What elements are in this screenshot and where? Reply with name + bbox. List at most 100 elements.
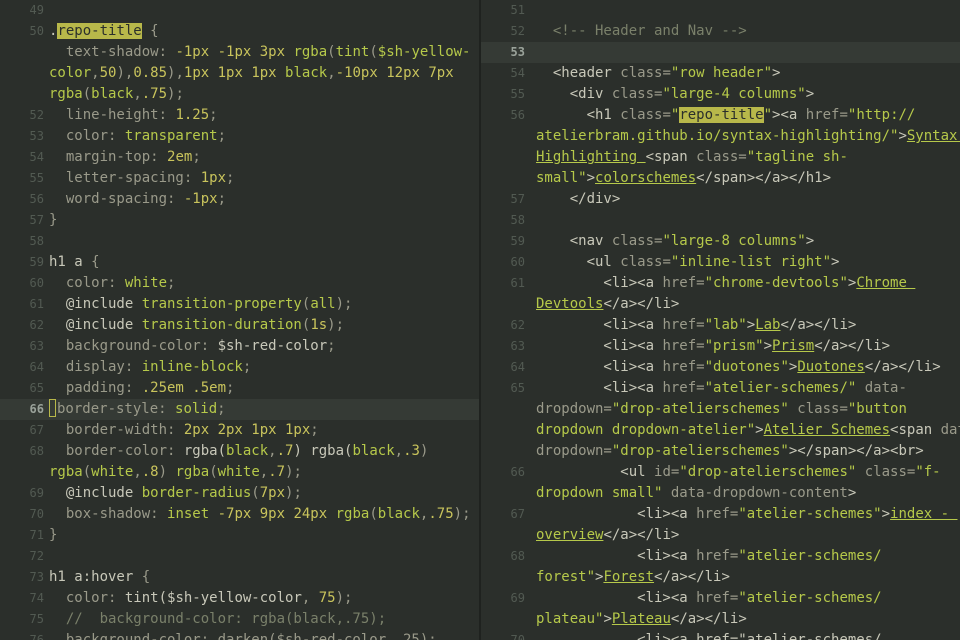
- code-text[interactable]: Highlighting <span class="tagline sh-: [536, 147, 848, 168]
- code-line[interactable]: rgba(black,.75);: [0, 84, 479, 105]
- code-line[interactable]: 56 word-spacing: -1px;: [0, 189, 479, 210]
- code-line[interactable]: 76 background-color: darken($sh-red-colo…: [0, 630, 479, 640]
- code-line[interactable]: 54 <header class="row header">: [481, 63, 960, 84]
- code-token[interactable]: Prism: [772, 338, 814, 354]
- code-line[interactable]: 58: [481, 210, 960, 231]
- code-text[interactable]: word-spacing: -1px;: [49, 189, 226, 210]
- code-text[interactable]: <li><a href="chrome-devtools">Chrome: [536, 273, 915, 294]
- code-text[interactable]: color,50),0.85),1px 1px 1px black,-10px …: [49, 63, 454, 84]
- code-text[interactable]: rgba(white,.8) rgba(white,.7);: [49, 462, 302, 483]
- code-text[interactable]: }: [49, 210, 57, 231]
- code-line[interactable]: 60 <ul class="inline-list right">: [481, 252, 960, 273]
- code-text[interactable]: @include border-radius(7px);: [49, 483, 302, 504]
- code-line[interactable]: 50 .repo-title {: [0, 21, 479, 42]
- code-line[interactable]: color,50),0.85),1px 1px 1px black,-10px …: [0, 63, 479, 84]
- code-text[interactable]: text-shadow: -1px -1px 3px rgba(tint($sh…: [49, 42, 471, 63]
- code-text[interactable]: <h1 class="repo-title"><a href="http://: [536, 105, 915, 126]
- code-text[interactable]: </div>: [536, 189, 621, 210]
- code-text[interactable]: dropdown="drop-atelierschemes" class="bu…: [536, 399, 907, 420]
- code-line[interactable]: 59 h1 a {: [0, 252, 479, 273]
- code-text[interactable]: rgba(black,.75);: [49, 84, 184, 105]
- code-text[interactable]: dropdown small" data-dropdown-content>: [536, 483, 856, 504]
- code-token[interactable]: Forest: [603, 569, 654, 585]
- code-token[interactable]: Syntax: [907, 128, 960, 144]
- code-line[interactable]: 59 <nav class="large-8 columns">: [481, 231, 960, 252]
- code-line[interactable]: 52 <!-- Header and Nav -->: [481, 21, 960, 42]
- code-line[interactable]: 72: [0, 546, 479, 567]
- code-text[interactable]: small">colorschemes</span></a></h1>: [536, 168, 831, 189]
- code-text[interactable]: }: [49, 525, 57, 546]
- code-line[interactable]: overview</a></li>: [481, 525, 960, 546]
- code-text[interactable]: <li><a href="prism">Prism</a></li>: [536, 336, 890, 357]
- code-line[interactable]: 70 box-shadow: inset -7px 9px 24px rgba(…: [0, 504, 479, 525]
- code-line[interactable]: 53: [481, 42, 960, 63]
- code-line[interactable]: 61 <li><a href="chrome-devtools">Chrome: [481, 273, 960, 294]
- code-text[interactable]: @include transition-property(all);: [49, 294, 353, 315]
- code-text[interactable]: border-color: rgba(black,.7) rgba(black,…: [49, 441, 429, 462]
- code-text[interactable]: color: transparent;: [49, 126, 226, 147]
- code-line[interactable]: forest">Forest</a></li>: [481, 567, 960, 588]
- code-line[interactable]: 67 border-width: 2px 2px 1px 1px;: [0, 420, 479, 441]
- code-text[interactable]: <li><a href="atelier-schemes/: [536, 630, 881, 640]
- code-line[interactable]: 73 h1 a:hover {: [0, 567, 479, 588]
- code-line[interactable]: dropdown="drop-atelierschemes" class="bu…: [481, 399, 960, 420]
- code-text[interactable]: plateau">Plateau</a></li>: [536, 609, 747, 630]
- code-token[interactable]: Devtools: [536, 296, 603, 312]
- code-text[interactable]: .repo-title {: [49, 21, 159, 42]
- code-line[interactable]: 66 border-style: solid;: [0, 399, 479, 420]
- code-text[interactable]: <header class="row header">: [536, 63, 781, 84]
- code-line[interactable]: atelierbram.github.io/syntax-highlightin…: [481, 126, 960, 147]
- code-text[interactable]: color: white;: [49, 273, 176, 294]
- code-line[interactable]: 68 border-color: rgba(black,.7) rgba(bla…: [0, 441, 479, 462]
- code-text[interactable]: border-width: 2px 2px 1px 1px;: [49, 420, 319, 441]
- code-text[interactable]: background-color: darken($sh-red-color, …: [49, 630, 437, 640]
- code-text[interactable]: background-color: $sh-red-color;: [49, 336, 336, 357]
- code-line[interactable]: 62 <li><a href="lab">Lab</a></li>: [481, 315, 960, 336]
- code-line[interactable]: 60 color: white;: [0, 273, 479, 294]
- code-text[interactable]: margin-top: 2em;: [49, 147, 201, 168]
- code-text[interactable]: <li><a href="atelier-schemes/: [536, 588, 881, 609]
- code-line[interactable]: 67 <li><a href="atelier-schemes">index -: [481, 504, 960, 525]
- editor-pane-scss[interactable]: 49 50 .repo-title { text-shadow: -1px -1px…: [0, 0, 479, 640]
- code-text[interactable]: color: tint($sh-yellow-color, 75);: [49, 588, 353, 609]
- code-text[interactable]: <div class="large-4 columns">: [536, 84, 814, 105]
- code-token[interactable]: Lab: [755, 317, 780, 333]
- code-line[interactable]: 63 background-color: $sh-red-color;: [0, 336, 479, 357]
- code-line[interactable]: 71}: [0, 525, 479, 546]
- code-text[interactable]: <li><a href="atelier-schemes/" data-: [536, 378, 906, 399]
- code-line[interactable]: 61 @include transition-property(all);: [0, 294, 479, 315]
- code-line[interactable]: small">colorschemes</span></a></h1>: [481, 168, 960, 189]
- code-text[interactable]: Devtools</a></li>: [536, 294, 679, 315]
- code-line[interactable]: text-shadow: -1px -1px 3px rgba(tint($sh…: [0, 42, 479, 63]
- code-line[interactable]: 65 <li><a href="atelier-schemes/" data-: [481, 378, 960, 399]
- code-text[interactable]: // background-color: rgba(black,.75);: [49, 609, 386, 630]
- code-line[interactable]: rgba(white,.8) rgba(white,.7);: [0, 462, 479, 483]
- code-token[interactable]: Duotones: [797, 359, 864, 375]
- code-text[interactable]: <ul class="inline-list right">: [536, 252, 840, 273]
- code-line[interactable]: 57 </div>: [481, 189, 960, 210]
- code-line[interactable]: 54 margin-top: 2em;: [0, 147, 479, 168]
- code-line[interactable]: 63 <li><a href="prism">Prism</a></li>: [481, 336, 960, 357]
- code-text[interactable]: <ul id="drop-atelierschemes" class="f-: [536, 462, 940, 483]
- code-text[interactable]: <li><a href="atelier-schemes">index -: [536, 504, 957, 525]
- code-line[interactable]: dropdown="drop-atelierschemes"></span></…: [481, 441, 960, 462]
- code-line[interactable]: 74 color: tint($sh-yellow-color, 75);: [0, 588, 479, 609]
- code-line[interactable]: 52 line-height: 1.25;: [0, 105, 479, 126]
- code-text[interactable]: padding: .25em .5em;: [49, 378, 235, 399]
- code-text[interactable]: <!-- Header and Nav -->: [536, 21, 747, 42]
- code-line[interactable]: 53 color: transparent;: [0, 126, 479, 147]
- code-line[interactable]: 68 <li><a href="atelier-schemes/: [481, 546, 960, 567]
- code-text[interactable]: letter-spacing: 1px;: [49, 168, 235, 189]
- code-line[interactable]: 56 <h1 class="repo-title"><a href="http:…: [481, 105, 960, 126]
- code-line[interactable]: 69 @include border-radius(7px);: [0, 483, 479, 504]
- code-line[interactable]: 62 @include transition-duration(1s);: [0, 315, 479, 336]
- editor-pane-html[interactable]: 51 52 <!-- Header and Nav --> 53 54 <header…: [481, 0, 960, 640]
- code-line[interactable]: Devtools</a></li>: [481, 294, 960, 315]
- code-text[interactable]: display: inline-block;: [49, 357, 251, 378]
- code-text[interactable]: forest">Forest</a></li>: [536, 567, 730, 588]
- code-text[interactable]: <nav class="large-8 columns">: [536, 231, 814, 252]
- code-text[interactable]: <li><a href="atelier-schemes/: [536, 546, 881, 567]
- code-text[interactable]: overview</a></li>: [536, 525, 679, 546]
- code-token[interactable]: index -: [890, 506, 957, 522]
- code-line[interactable]: 70 <li><a href="atelier-schemes/: [481, 630, 960, 640]
